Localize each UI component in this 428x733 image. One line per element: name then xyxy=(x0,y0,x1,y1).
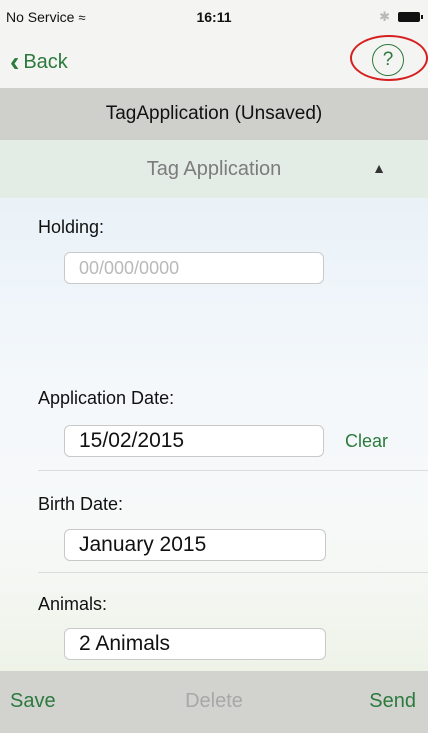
holding-input[interactable]: 00/000/0000 xyxy=(64,252,324,284)
battery-icon xyxy=(398,12,423,22)
birth-date-label: Birth Date: xyxy=(38,494,124,514)
back-button[interactable]: ‹ Back xyxy=(10,48,68,76)
animals-field[interactable]: 2 Animals xyxy=(64,628,326,660)
chevron-up-icon[interactable]: ▲ xyxy=(372,160,386,176)
animals-label: Animals: xyxy=(38,594,108,614)
birth-date-field[interactable]: January 2015 xyxy=(64,529,326,561)
application-date-label: Application Date: xyxy=(38,388,175,408)
form-content: Holding: 00/000/0000 Application Date: 1… xyxy=(0,198,428,672)
application-date-field[interactable]: 15/02/2015 xyxy=(64,425,324,457)
status-bar: No Service ≈ 16:11 ✱ xyxy=(0,0,428,38)
status-time: 16:11 xyxy=(196,9,232,25)
bottom-toolbar: Save Delete Send xyxy=(0,671,428,733)
holding-label: Holding: xyxy=(38,217,105,237)
page-title: TagApplication (Unsaved) xyxy=(0,88,428,140)
send-button[interactable]: Send xyxy=(369,690,416,713)
chevron-left-icon: ‹ xyxy=(10,46,20,77)
section-header-tag-application[interactable]: Tag Application ▲ xyxy=(0,140,428,198)
navigation-bar: ‹ Back ? xyxy=(0,35,428,88)
back-label: Back xyxy=(23,50,68,73)
clear-button[interactable]: Clear xyxy=(345,431,388,452)
section-title: Tag Application xyxy=(146,158,282,180)
help-button[interactable]: ? xyxy=(372,44,404,76)
status-right-group: ✱ xyxy=(379,9,423,25)
divider xyxy=(38,572,428,573)
bluetooth-icon: ✱ xyxy=(379,9,390,24)
delete-button: Delete xyxy=(185,690,243,712)
divider xyxy=(38,470,428,471)
